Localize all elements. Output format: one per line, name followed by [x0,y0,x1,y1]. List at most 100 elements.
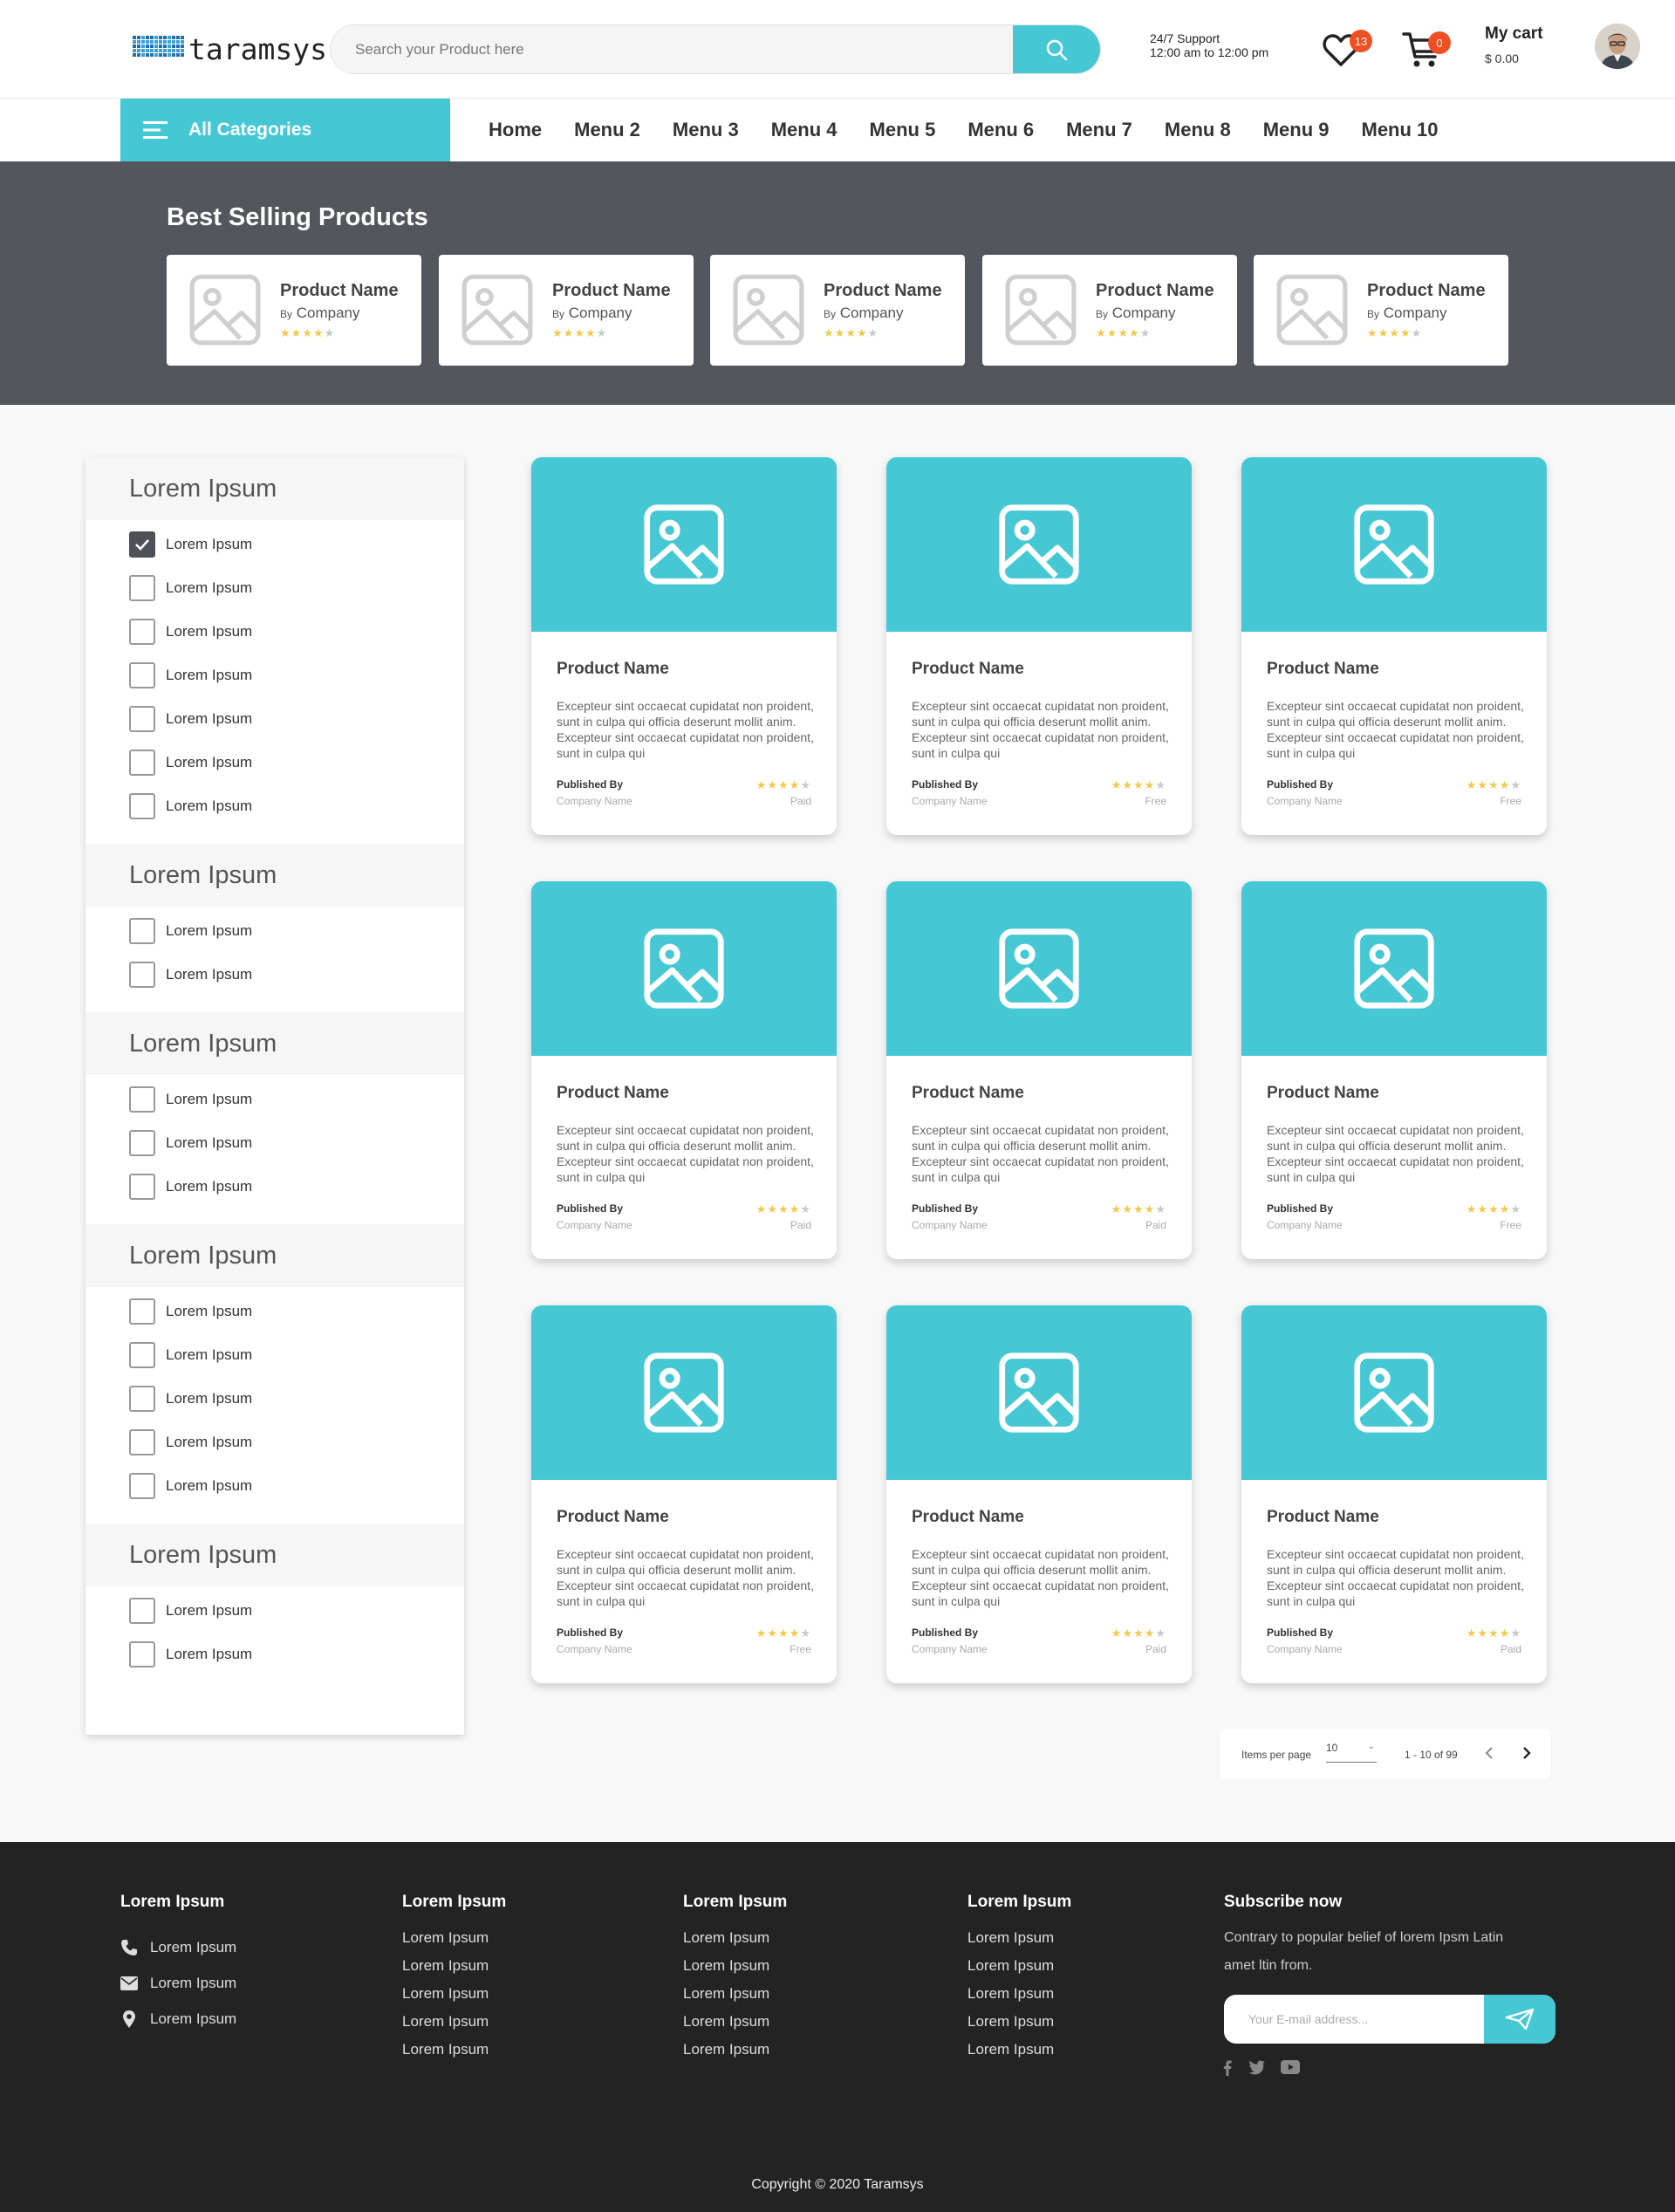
menu-item-5[interactable]: Menu 5 [870,119,936,141]
search-button[interactable] [1013,25,1100,73]
filter-option[interactable]: Lorem Ipsum [129,575,252,601]
checkbox[interactable] [129,619,155,645]
footer-link[interactable]: Lorem Ipsum [967,1985,1071,2013]
contact-phone[interactable]: Lorem Ipsum [120,1929,236,1965]
footer-link[interactable]: Lorem Ipsum [402,2041,506,2069]
filter-option[interactable]: Lorem Ipsum [129,918,252,944]
user-avatar[interactable] [1595,24,1640,69]
footer-link[interactable]: Lorem Ipsum [967,2013,1071,2041]
checkbox[interactable] [129,1130,155,1156]
menu-item-8[interactable]: Menu 8 [1165,119,1231,141]
checkbox[interactable] [129,1429,155,1455]
filter-option[interactable]: Lorem Ipsum [129,962,252,988]
best-selling-card[interactable]: Product Name By Company ★★★★★ [982,255,1237,366]
chevron-right-icon[interactable] [1515,1743,1536,1763]
filter-group-title[interactable]: Lorem Ipsum [85,1012,464,1075]
checkbox[interactable] [129,531,155,558]
filter-option[interactable]: Lorem Ipsum [129,1298,252,1325]
menu-item-7[interactable]: Menu 7 [1066,119,1132,141]
cart-title[interactable]: My cart [1485,24,1543,44]
menu-item-9[interactable]: Menu 9 [1263,119,1330,141]
footer-link[interactable]: Lorem Ipsum [402,1985,506,2013]
filter-group-title[interactable]: Lorem Ipsum [85,457,464,520]
checkbox[interactable] [129,1086,155,1113]
footer-link[interactable]: Lorem Ipsum [967,1957,1071,1985]
product-card[interactable]: Product Name Excepteur sint occaecat cupi… [531,457,837,835]
footer-link[interactable]: Lorem Ipsum [967,1929,1071,1957]
menu-item-2[interactable]: Menu 2 [574,119,640,141]
checkbox[interactable] [129,750,155,776]
chevron-left-icon[interactable] [1480,1743,1501,1763]
filter-option[interactable]: Lorem Ipsum [129,1342,252,1368]
youtube-icon[interactable] [1281,2060,1300,2080]
checkbox[interactable] [129,1598,155,1624]
filter-group-title[interactable]: Lorem Ipsum [85,844,464,907]
search-input[interactable] [331,25,1015,73]
items-per-page-select[interactable]: 10 ⌄ [1326,1742,1377,1763]
menu-item-home[interactable]: Home [489,119,542,141]
checkbox[interactable] [129,1386,155,1412]
footer-link[interactable]: Lorem Ipsum [402,1929,506,1957]
best-selling-card[interactable]: Product Name By Company ★★★★★ [439,255,694,366]
filter-option[interactable]: Lorem Ipsum [129,1086,252,1113]
contact-location[interactable]: Lorem Ipsum [120,2001,236,2037]
best-selling-card[interactable]: Product Name By Company ★★★★★ [167,255,421,366]
product-card[interactable]: Product Name Excepteur sint occaecat cupi… [886,1305,1192,1683]
footer-link[interactable]: Lorem Ipsum [683,2041,787,2069]
menu-item-10[interactable]: Menu 10 [1362,119,1439,141]
filter-option[interactable]: Lorem Ipsum [129,1130,252,1156]
menu-item-3[interactable]: Menu 3 [673,119,739,141]
checkbox[interactable] [129,706,155,732]
menu-item-6[interactable]: Menu 6 [967,119,1034,141]
filter-option[interactable]: Lorem Ipsum [129,619,252,645]
filter-option[interactable]: Lorem Ipsum [129,662,252,688]
checkbox[interactable] [129,1342,155,1368]
checkbox[interactable] [129,662,155,688]
filter-option[interactable]: Lorem Ipsum [129,1598,252,1624]
contact-mail[interactable]: Lorem Ipsum [120,1965,236,2001]
footer-link[interactable]: Lorem Ipsum [683,1957,787,1985]
product-card[interactable]: Product Name Excepteur sint occaecat cupi… [531,1305,837,1683]
filter-option[interactable]: Lorem Ipsum [129,531,252,558]
product-card[interactable]: Product Name Excepteur sint occaecat cupi… [886,881,1192,1259]
filter-option[interactable]: Lorem Ipsum [129,1174,252,1200]
menu-item-4[interactable]: Menu 4 [771,119,838,141]
filter-option[interactable]: Lorem Ipsum [129,1473,252,1499]
footer-link[interactable]: Lorem Ipsum [402,1957,506,1985]
filter-option[interactable]: Lorem Ipsum [129,706,252,732]
checkbox[interactable] [129,575,155,601]
footer-link[interactable]: Lorem Ipsum [683,2013,787,2041]
footer-link[interactable]: Lorem Ipsum [683,1929,787,1957]
product-card[interactable]: Product Name Excepteur sint occaecat cupi… [1241,881,1547,1259]
checkbox[interactable] [129,962,155,988]
footer-link[interactable]: Lorem Ipsum [967,2041,1071,2069]
checkbox[interactable] [129,1174,155,1200]
facebook-icon[interactable] [1223,2060,1232,2080]
filter-option[interactable]: Lorem Ipsum [129,1386,252,1412]
filter-option[interactable]: Lorem Ipsum [129,1641,252,1668]
product-card[interactable]: Product Name Excepteur sint occaecat cupi… [1241,1305,1547,1683]
product-card[interactable]: Product Name Excepteur sint occaecat cupi… [531,881,837,1259]
best-selling-card[interactable]: Product Name By Company ★★★★★ [1254,255,1508,366]
filter-option[interactable]: Lorem Ipsum [129,1429,252,1455]
product-card[interactable]: Product Name Excepteur sint occaecat cupi… [886,457,1192,835]
checkbox[interactable] [129,1298,155,1325]
product-card[interactable]: Product Name Excepteur sint occaecat cupi… [1241,457,1547,835]
filter-option[interactable]: Lorem Ipsum [129,750,252,776]
checkbox[interactable] [129,1641,155,1668]
all-categories-button[interactable]: All Categories [120,99,450,161]
twitter-icon[interactable] [1248,2060,1265,2080]
checkbox[interactable] [129,793,155,819]
checkbox[interactable] [129,1473,155,1499]
subscribe-send-button[interactable] [1484,1995,1555,2044]
cart-button[interactable]: 0 [1402,30,1451,70]
filter-group-title[interactable]: Lorem Ipsum [85,1524,464,1586]
filter-group-title[interactable]: Lorem Ipsum [85,1224,464,1287]
logo[interactable]: taramsys [133,31,327,66]
subscribe-email-input[interactable] [1224,1995,1481,2044]
filter-option[interactable]: Lorem Ipsum [129,793,252,819]
footer-link[interactable]: Lorem Ipsum [402,2013,506,2041]
wishlist-button[interactable]: 13 [1323,30,1372,72]
best-selling-card[interactable]: Product Name By Company ★★★★★ [710,255,965,366]
checkbox[interactable] [129,918,155,944]
